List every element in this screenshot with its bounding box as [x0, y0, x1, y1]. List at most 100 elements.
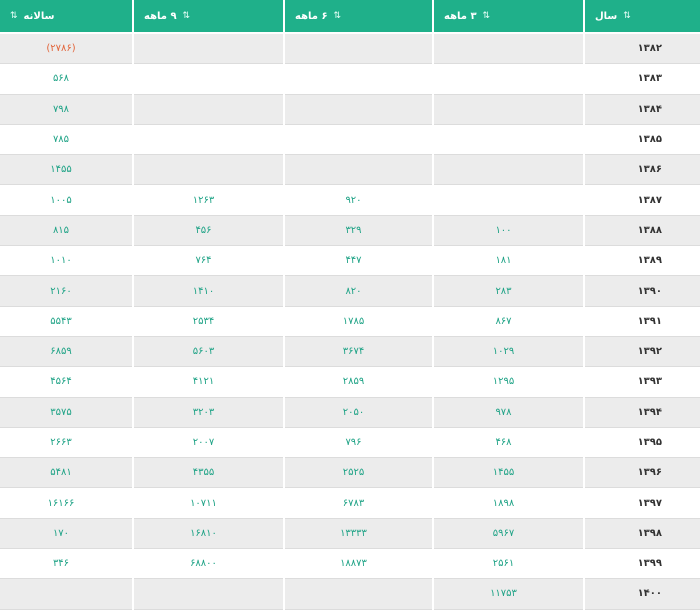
cell-year: ۱۳۸۶	[585, 155, 700, 186]
cell-annual: ۶۸۵۹	[0, 336, 132, 368]
cell-six-month: ۲۸۵۹	[285, 367, 432, 398]
cell-nine-month: ۶۸۸۰۰	[134, 549, 283, 580]
cell-nine-month	[134, 34, 283, 65]
cell-year: ۱۳۹۳	[585, 367, 700, 398]
cell-three-month	[434, 64, 583, 95]
cell-three-month	[434, 34, 583, 65]
cell-nine-month: ۱۶۸۱۰	[134, 518, 283, 550]
cell-six-month: ۳۲۹	[285, 215, 432, 247]
cell-annual: ۷۸۵	[0, 124, 132, 156]
cell-annual: ۲۶۶۳	[0, 427, 132, 459]
cell-year: ۱۳۹۲	[585, 336, 700, 368]
cell-annual: ۱۷۰	[0, 518, 132, 550]
cell-three-month	[434, 185, 583, 216]
cell-three-month	[434, 94, 583, 125]
cell-year: ۱۳۹۱	[585, 306, 700, 337]
cell-six-month: ۲۵۲۵	[285, 458, 432, 489]
cell-nine-month: ۳۲۰۳	[134, 397, 283, 428]
cell-three-month: ۹۷۸	[434, 397, 583, 428]
sort-icon[interactable]: ⇅	[483, 11, 491, 21]
cell-annual: ۱۶۱۶۶	[0, 488, 132, 519]
cell-six-month: ۲۰۵۰	[285, 397, 432, 428]
header-annual-label: سالانه	[23, 10, 55, 22]
header-nine-month-label: ۹ ماهه	[144, 10, 177, 22]
cell-annual: ۳۵۷۵	[0, 397, 132, 428]
cell-six-month	[285, 34, 432, 65]
cell-year: ۱۳۸۵	[585, 124, 700, 156]
header-nine-month[interactable]: ⇅ ۹ ماهه	[134, 0, 283, 34]
cell-year: ۱۳۸۸	[585, 215, 700, 247]
cell-three-month: ۸۶۷	[434, 306, 583, 337]
sort-icon[interactable]: ⇅	[623, 11, 631, 21]
header-three-month[interactable]: ⇅ ۳ ماهه	[434, 0, 583, 34]
cell-year: ۱۳۹۶	[585, 458, 700, 489]
cell-nine-month: ۲۰۰۷	[134, 427, 283, 459]
cell-six-month: ۱۳۳۳۳	[285, 518, 432, 550]
cell-six-month	[285, 64, 432, 95]
cell-six-month: ۸۲۰	[285, 276, 432, 307]
cell-annual: (۲۷۸۶)	[0, 34, 132, 65]
cell-three-month	[434, 155, 583, 186]
returns-table: سالانه ⇅ ⇅ ۹ ماهه ⇅ ۶ ماهه ⇅ ۳ ماهه ⇅ سا…	[0, 0, 700, 611]
cell-annual: ۱۰۰۵	[0, 185, 132, 216]
sort-icon[interactable]: ⇅	[334, 11, 342, 21]
cell-annual: ۱۴۵۵	[0, 155, 132, 186]
cell-annual: ۸۱۵	[0, 215, 132, 247]
cell-annual	[0, 579, 132, 610]
cell-three-month: ۱۰۲۹	[434, 336, 583, 368]
cell-three-month: ۱۸۱	[434, 246, 583, 277]
cell-three-month	[434, 124, 583, 156]
cell-three-month: ۱۱۷۵۳	[434, 579, 583, 610]
cell-nine-month: ۵۶۰۳	[134, 336, 283, 368]
cell-six-month	[285, 155, 432, 186]
cell-nine-month	[134, 579, 283, 610]
cell-six-month: ۶۷۸۳	[285, 488, 432, 519]
cell-six-month	[285, 124, 432, 156]
sort-icon[interactable]: ⇅	[10, 11, 18, 21]
cell-year: ۱۳۸۹	[585, 246, 700, 277]
cell-nine-month: ۱۴۱۰	[134, 276, 283, 307]
cell-six-month: ۷۹۶	[285, 427, 432, 459]
cell-annual: ۱۰۱۰	[0, 246, 132, 277]
cell-nine-month	[134, 155, 283, 186]
cell-three-month: ۱۰۰	[434, 215, 583, 247]
cell-nine-month	[134, 94, 283, 125]
cell-nine-month: ۱۰۷۱۱	[134, 488, 283, 519]
cell-annual: ۲۱۶۰	[0, 276, 132, 307]
header-six-month-label: ۶ ماهه	[295, 10, 328, 22]
cell-year: ۱۴۰۰	[585, 579, 700, 610]
cell-three-month: ۴۶۸	[434, 427, 583, 459]
cell-annual: ۵۴۸۱	[0, 458, 132, 489]
cell-three-month: ۱۲۹۵	[434, 367, 583, 398]
header-year-label: سال	[595, 10, 618, 22]
cell-year: ۱۳۸۲	[585, 34, 700, 65]
cell-year: ۱۳۸۴	[585, 94, 700, 125]
cell-annual: ۵۶۸	[0, 64, 132, 95]
cell-year: ۱۳۹۹	[585, 549, 700, 580]
cell-year: ۱۳۸۷	[585, 185, 700, 216]
cell-six-month: ۱۷۸۵	[285, 306, 432, 337]
cell-three-month: ۲۵۶۱	[434, 549, 583, 580]
cell-annual: ۵۵۴۳	[0, 306, 132, 337]
cell-six-month: ۱۸۸۷۳	[285, 549, 432, 580]
sort-icon[interactable]: ⇅	[183, 11, 191, 21]
cell-three-month: ۲۸۳	[434, 276, 583, 307]
cell-nine-month: ۴۵۶	[134, 215, 283, 247]
cell-six-month	[285, 94, 432, 125]
cell-six-month: ۹۲۰	[285, 185, 432, 216]
cell-nine-month	[134, 64, 283, 95]
header-year[interactable]: ⇅ سال	[585, 0, 700, 34]
cell-three-month: ۱۴۵۵	[434, 458, 583, 489]
header-six-month[interactable]: ⇅ ۶ ماهه	[285, 0, 432, 34]
cell-nine-month: ۷۶۴	[134, 246, 283, 277]
cell-three-month: ۱۸۹۸	[434, 488, 583, 519]
cell-annual: ۳۴۶	[0, 549, 132, 580]
header-annual[interactable]: سالانه ⇅	[0, 0, 132, 34]
cell-year: ۱۳۹۷	[585, 488, 700, 519]
cell-year: ۱۳۹۰	[585, 276, 700, 307]
cell-annual: ۴۵۶۴	[0, 367, 132, 398]
cell-three-month: ۵۹۶۷	[434, 518, 583, 550]
cell-nine-month	[134, 124, 283, 156]
cell-year: ۱۳۹۸	[585, 518, 700, 550]
header-three-month-label: ۳ ماهه	[444, 10, 477, 22]
